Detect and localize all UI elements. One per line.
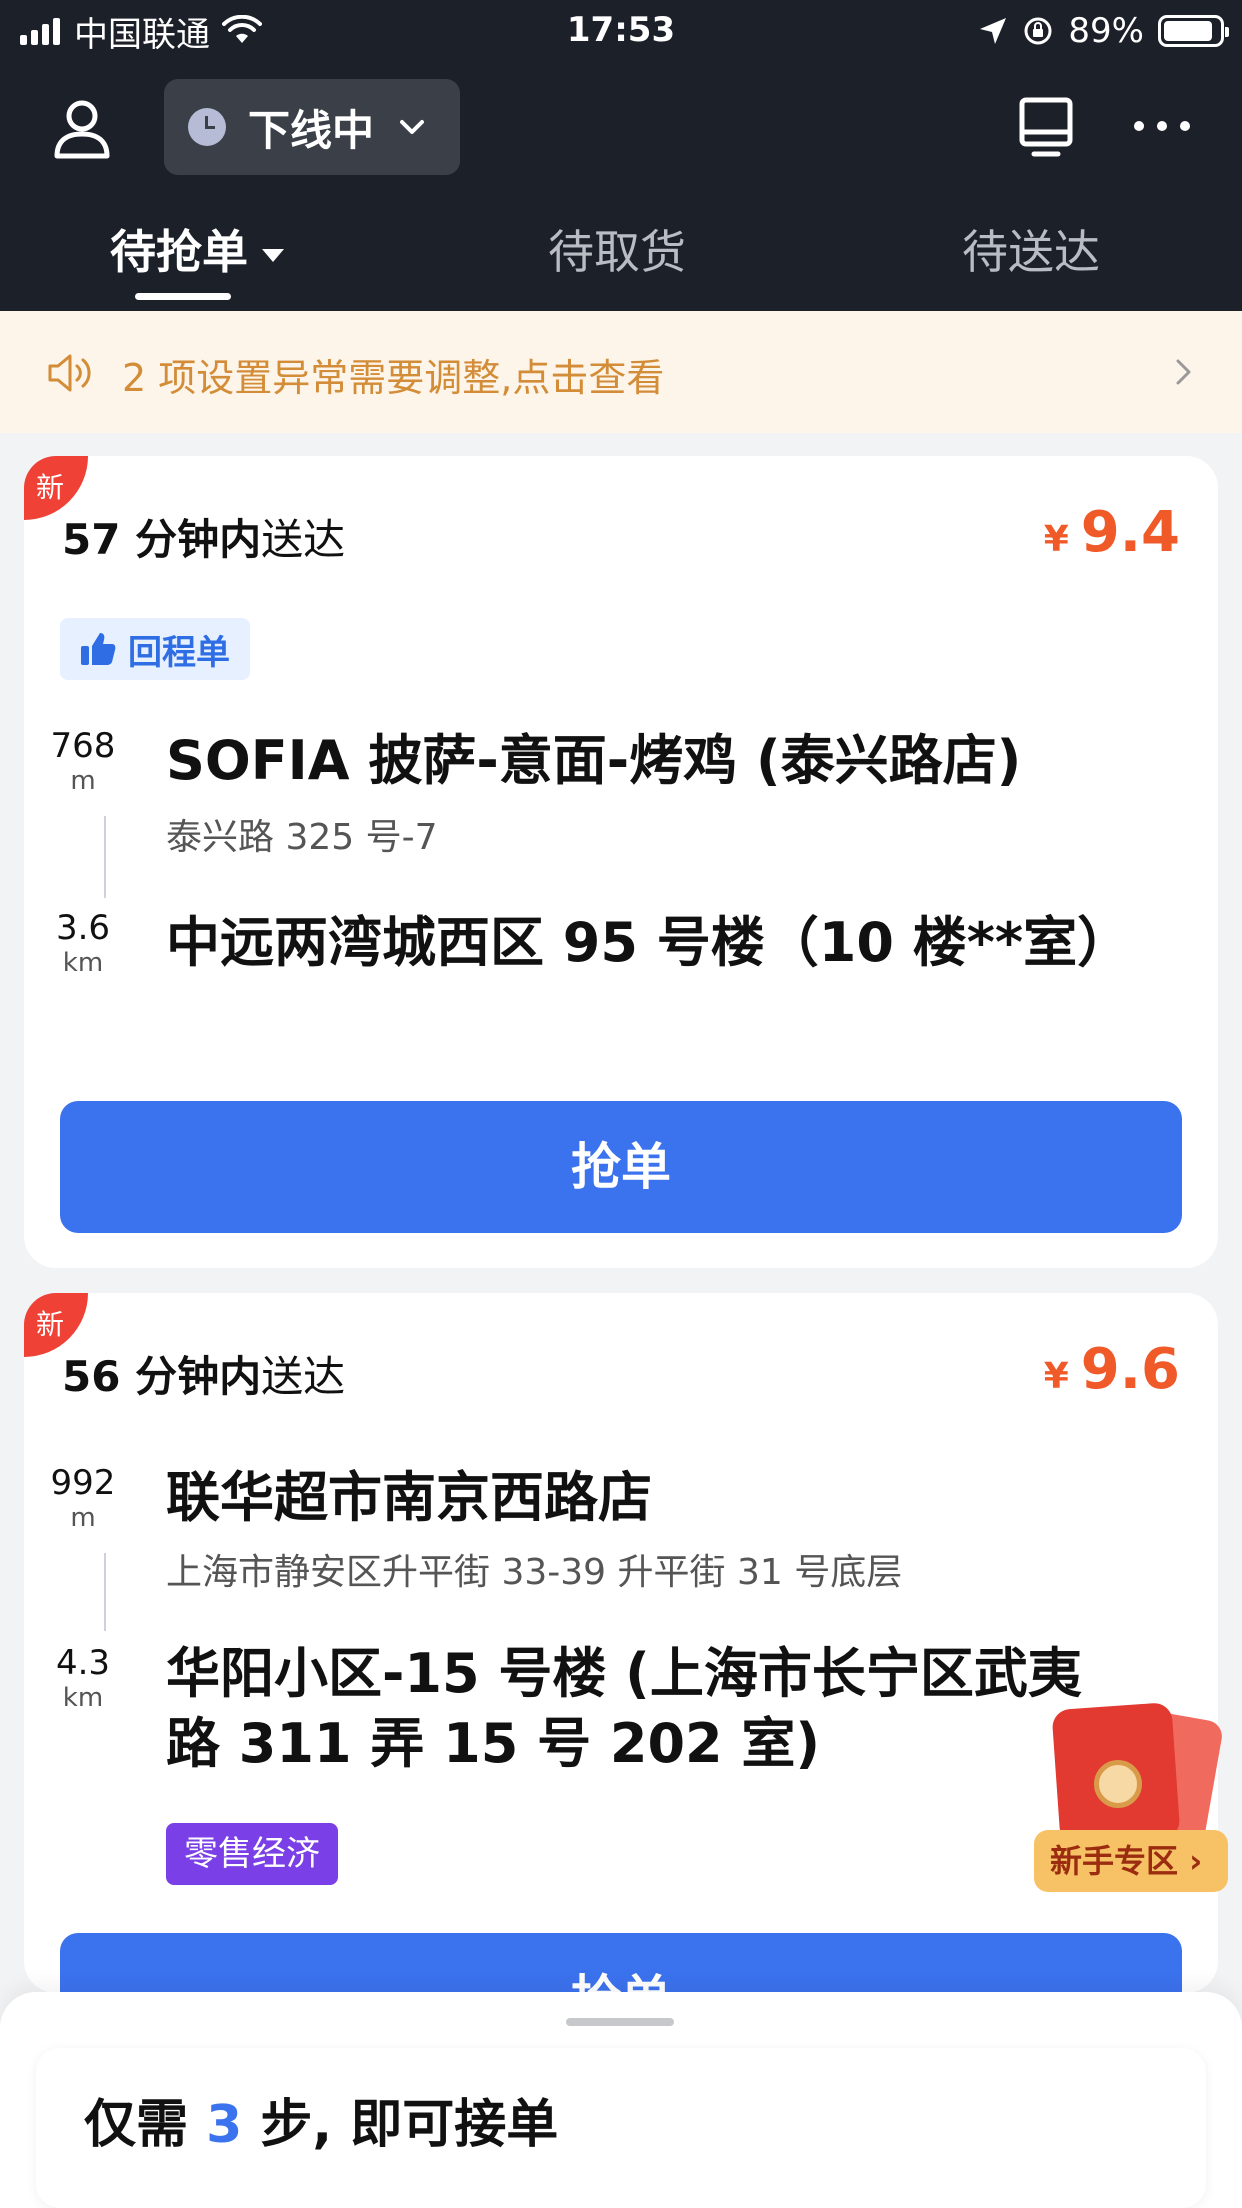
status-right: 89%: [978, 10, 1229, 52]
user-profile-icon[interactable]: [50, 96, 114, 160]
dropoff-distance: 3.6 km: [38, 908, 128, 978]
notice-text: 2 项设置异常需要调整,点击查看: [122, 356, 665, 400]
battery-icon: [1158, 15, 1229, 47]
delivery-suffix: 送达: [261, 1352, 346, 1401]
chevron-down-icon: [400, 120, 425, 134]
price-value: 9.4: [1080, 500, 1180, 565]
dropoff-distance-value: 4.3: [55, 1643, 111, 1683]
title-prefix: 仅需: [84, 2095, 189, 2155]
delivery-time: 57 分钟内送达: [62, 506, 345, 567]
tab-label: 待送达: [962, 225, 1100, 279]
nav-bar: 下线中: [0, 76, 1242, 176]
pickup-address: 泰兴路 325 号-7: [166, 817, 438, 858]
online-status-label: 下线中: [248, 105, 375, 155]
tab-pending-pickup[interactable]: 待取货: [548, 216, 686, 282]
title-suffix: 步, 即可接单: [260, 2095, 559, 2155]
rotation-lock-icon: [1024, 17, 1052, 45]
battery-percent: 89%: [1068, 11, 1144, 51]
drag-handle[interactable]: [566, 2018, 674, 2026]
currency-symbol: ¥: [1043, 519, 1069, 560]
return-trip-label: 回程单: [128, 632, 230, 673]
delivery-minutes: 57 分钟内: [62, 515, 262, 564]
dropoff-distance: 4.3 km: [38, 1643, 128, 1713]
order-price: ¥9.6: [1044, 1337, 1180, 1402]
dropoff-distance-unit: km: [62, 948, 104, 978]
location-arrow-icon: [980, 18, 1007, 44]
tab-pending-grab[interactable]: 待抢单: [110, 216, 284, 282]
order-tabs: 待抢单 待取货 待送达: [0, 208, 1242, 311]
dropoff-name: 中远两湾城西区 95 号楼（10 楼**室）: [166, 911, 1132, 974]
route-connector: [104, 816, 106, 898]
pickup-distance-unit: m: [70, 1503, 96, 1533]
pickup-name: 联华超市南京西路店: [166, 1466, 652, 1529]
notepad-icon[interactable]: [1016, 96, 1076, 160]
delivery-time: 56 分钟内送达: [62, 1343, 345, 1404]
pickup-distance-value: 992: [50, 1463, 116, 1503]
delivery-suffix: 送达: [261, 515, 346, 564]
tab-label: 待抢单: [110, 225, 248, 279]
grab-order-button[interactable]: 抢单: [60, 1933, 1182, 1993]
order-card[interactable]: 新 57 分钟内送达 ¥9.4 回程单 768 m SOFIA 披萨-意面-烤鸡…: [24, 456, 1218, 1268]
grab-order-button[interactable]: 抢单: [60, 1101, 1182, 1233]
active-tab-indicator: [135, 293, 231, 300]
chevron-right-icon: [1176, 359, 1191, 385]
status-bar: 中国联通 17:53 89%: [0, 0, 1242, 62]
more-options-icon[interactable]: [1134, 106, 1190, 146]
onboarding-bottom-sheet[interactable]: 仅需 3 步, 即可接单: [0, 1992, 1242, 2208]
pickup-distance-unit: m: [70, 766, 96, 796]
caret-down-icon: [262, 249, 284, 262]
currency-symbol: ¥: [1043, 1356, 1069, 1397]
dropoff-distance-value: 3.6: [55, 908, 111, 948]
retail-economy-tag: 零售经济: [166, 1823, 338, 1885]
pickup-distance: 768 m: [38, 726, 128, 796]
dropoff-name: 华阳小区-15 号楼 (上海市长宁区武夷路 311 弄 15 号 202 室): [166, 1642, 1082, 1775]
online-status-switch[interactable]: 下线中: [164, 79, 460, 175]
route-connector: [104, 1553, 106, 1631]
return-trip-tag: 回程单: [60, 618, 250, 680]
newbie-zone-widget[interactable]: 新手专区 ›: [1034, 1700, 1228, 1892]
step-count: 3: [206, 2095, 243, 2155]
chevron-right-icon: ›: [1178, 1842, 1203, 1880]
pickup-name: SOFIA 披萨-意面-烤鸡 (泰兴路店): [166, 729, 1022, 792]
onboarding-title: 仅需 3 步, 即可接单: [84, 2082, 558, 2157]
dropoff-distance-unit: km: [62, 1683, 104, 1713]
tab-label: 待取货: [548, 225, 686, 279]
order-price: ¥9.4: [1044, 500, 1180, 565]
pickup-distance: 992 m: [38, 1463, 128, 1533]
thumbs-up-icon: [81, 633, 116, 665]
price-value: 9.6: [1080, 1337, 1180, 1402]
clock-icon: [188, 108, 226, 146]
pickup-distance-value: 768: [50, 726, 116, 766]
tab-pending-delivery[interactable]: 待送达: [962, 216, 1100, 282]
coin-icon: [1094, 1760, 1142, 1808]
newbie-zone-text: 新手专区: [1050, 1842, 1179, 1880]
top-header: 中国联通 17:53 89% 下线中 待抢单 待取货 待送达: [0, 0, 1242, 311]
delivery-minutes: 56 分钟内: [62, 1352, 262, 1401]
newbie-zone-label: 新手专区 ›: [1034, 1830, 1228, 1892]
settings-notice-banner[interactable]: 2 项设置异常需要调整,点击查看: [0, 311, 1242, 433]
pickup-address: 上海市静安区升平街 33-39 升平街 31 号底层: [166, 1552, 903, 1593]
speaker-icon: [48, 354, 91, 392]
